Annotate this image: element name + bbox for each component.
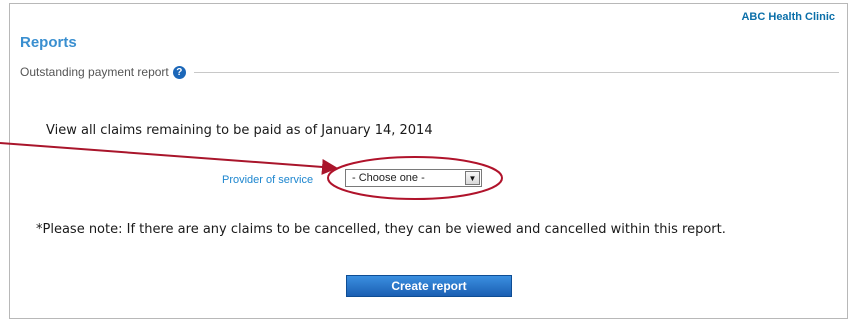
help-icon[interactable]: ?: [172, 65, 186, 79]
clinic-name: ABC Health Clinic: [741, 11, 835, 23]
section-title: Outstanding payment report: [20, 65, 169, 79]
section-header: Outstanding payment report ?: [20, 64, 839, 80]
create-report-button[interactable]: Create report: [346, 275, 512, 297]
section-divider: [193, 71, 839, 73]
provider-select-value: - Choose one -: [352, 172, 425, 184]
provider-label: Provider of service: [222, 174, 314, 186]
provider-select[interactable]: - Choose one - ▼: [345, 169, 482, 187]
chevron-down-icon[interactable]: ▼: [465, 171, 480, 185]
page-title: Reports: [20, 34, 77, 51]
report-panel: ABC Health Clinic Reports Outstanding pa…: [9, 3, 848, 319]
cancellation-note: *Please note: If there are any claims to…: [36, 222, 726, 237]
intro-text: View all claims remaining to be paid as …: [46, 123, 433, 138]
